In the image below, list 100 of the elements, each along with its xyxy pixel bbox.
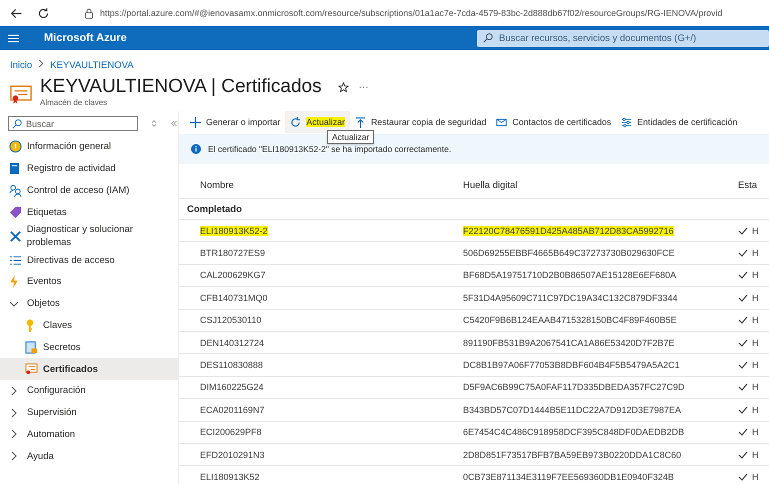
table-cell: H: [752, 226, 758, 236]
column-header[interactable]: Esta: [717, 180, 769, 190]
table-cell: BF68D5A19751710D2B0B86507AE15128E6EF680A: [463, 270, 676, 280]
chevron-icon: [9, 298, 19, 309]
reload-icon[interactable]: [37, 6, 50, 20]
key-icon: [25, 318, 35, 332]
plus-icon: [190, 116, 201, 128]
table-cell: H: [752, 382, 758, 392]
search-icon: [12, 118, 22, 128]
table-cell[interactable]: DEN140312724: [200, 338, 264, 348]
star-icon[interactable]: [338, 82, 349, 92]
collapse-icon[interactable]: [170, 119, 178, 128]
list-icon: [9, 254, 22, 266]
table-cell: F22120C78476591D425A485AB712D83CA5992716: [463, 226, 674, 236]
check-icon: [738, 294, 748, 302]
check-icon: [738, 472, 748, 481]
table-cell[interactable]: ECA0201169N7: [200, 404, 264, 415]
table-cell: D5F9AC6B99C75A0FAF117D335DBEDA357FC27C9D: [463, 382, 684, 392]
people-icon: [9, 184, 22, 197]
table-cell: H: [752, 450, 758, 460]
table-cell[interactable]: CFB140731MQ0: [200, 292, 268, 303]
table-cell: 6E7454C4C486C918958DCF395C848DF0DAEDB2DB: [463, 427, 684, 438]
nav-item[interactable]: Eventos: [0, 270, 178, 293]
refresh-icon: [290, 116, 302, 128]
nav-item[interactable]: Ayuda: [0, 445, 178, 468]
table-cell[interactable]: ELI180913K52-2: [200, 226, 268, 236]
nav-item[interactable]: Etiquetas: [0, 201, 178, 224]
table-cell[interactable]: ECI200629PF8: [200, 427, 262, 438]
table-cell[interactable]: CAL200629KG7: [200, 270, 266, 280]
breadcrumb-link[interactable]: KEYVAULTIENOVA: [50, 60, 134, 70]
nav-item[interactable]: Certificados: [0, 358, 178, 380]
brand-name[interactable]: Microsoft Azure: [44, 32, 127, 44]
nav-item[interactable]: Secretos: [0, 336, 178, 358]
table-cell[interactable]: EFD2010291N3: [200, 450, 265, 460]
back-icon[interactable]: [10, 6, 23, 20]
column-header[interactable]: Huella digital: [442, 180, 717, 190]
search-field[interactable]: Buscar recursos, servicios y documentos (G+/): [477, 30, 769, 46]
nav-item[interactable]: Control de acceso (IAM): [0, 180, 178, 202]
table-cell: 2D8D851F73517BFB7BA59EB973B0220DDA1C8C60: [463, 450, 682, 460]
address-bar[interactable]: https://portal.azure.com/#@ienovasamx.onmicrosoft.com/resource/subscriptions/01a1ac7e-7cda-4579-83bc-2d888db67f02/resourceGroups/RG-IENOVA/provid: [100, 8, 722, 18]
table-cell: 506D69255EBBF4665B649C37273730B029630FCE: [463, 248, 675, 258]
lightbulb-icon: [9, 140, 22, 154]
tooltip: Actualizar: [327, 130, 374, 144]
check-icon: [738, 383, 748, 392]
table-cell: H: [752, 270, 758, 280]
lock-icon: [84, 8, 94, 18]
column-header[interactable]: Nombre: [179, 180, 442, 190]
check-icon: [738, 406, 748, 414]
check-icon: [738, 428, 748, 436]
nav-item[interactable]: Información general: [0, 136, 178, 158]
envelope-icon: [496, 116, 508, 128]
table-cell: 5F31D4A95609C711C97DC19A34C132C879DF3344: [463, 292, 678, 303]
menu-icon[interactable]: [8, 34, 19, 42]
table-cell: 0CB73E871134E3119F7EE569360DB1E0940F324B: [463, 472, 674, 482]
table-cell[interactable]: DIM160225G24: [200, 382, 264, 392]
table-cell[interactable]: ELI180913K52: [200, 472, 260, 482]
check-icon: [738, 271, 748, 280]
upload-icon: [354, 116, 366, 128]
more-button[interactable]: ···: [358, 82, 369, 92]
table-cell[interactable]: DES110830888: [200, 360, 263, 370]
document-lock-icon: [25, 340, 38, 354]
chevron-icon: [9, 408, 19, 418]
nav-item[interactable]: Automation: [0, 424, 178, 446]
check-icon: [738, 338, 748, 347]
nav-item[interactable]: Supervisión: [0, 402, 178, 424]
nav-item[interactable]: Directivas de acceso: [0, 249, 178, 271]
table-cell: H: [752, 472, 758, 482]
table-cell[interactable]: CSJ120530110: [200, 315, 262, 326]
toolbar-button[interactable]: Actualizar: [285, 111, 350, 133]
toolbar-button[interactable]: Restaurar copia de seguridad: [350, 111, 492, 133]
table-cell[interactable]: BTR180727ES9: [200, 248, 266, 258]
page-subtitle: Almacén de claves: [40, 98, 108, 107]
book-icon: [9, 162, 20, 176]
group-header: Completado: [187, 204, 242, 214]
chevron-icon: [9, 451, 19, 462]
nav-item[interactable]: Registro de actividad: [0, 158, 178, 180]
table-cell: H: [752, 427, 758, 438]
page-title: KEYVAULTIENOVA | Certificados: [40, 76, 322, 98]
notice-text: El certificado "ELI180913K52-2" se ha importado correctamente.: [208, 144, 452, 154]
toolbar-button[interactable]: Contactos de certificados: [491, 111, 616, 133]
certificate-icon: [25, 363, 38, 376]
table-cell: B343BD57C07D1444B5E11DC22A7D912D3E7987EA: [463, 404, 681, 415]
table-cell: 891190FB531B9A2067541CA1A86E53420D7F2B7E: [463, 338, 674, 348]
sliders-icon: [621, 116, 632, 128]
breadcrumb-link[interactable]: Inicio: [10, 60, 32, 70]
table-cell: H: [752, 292, 758, 303]
certificate-icon: [10, 84, 32, 105]
toolbar-button[interactable]: Generar o importar: [185, 111, 286, 133]
table-cell: C5420F9B6B124EAAB4715328150BC4F89F460B5E: [463, 315, 677, 326]
table-cell: H: [752, 404, 758, 415]
check-icon: [738, 316, 748, 324]
nav-item[interactable]: Claves: [0, 314, 178, 336]
search-field[interactable]: Buscar: [8, 116, 138, 131]
nav-item[interactable]: Configuración: [0, 380, 178, 402]
nav-item[interactable]: Diagnosticar y solucionar problemas: [0, 223, 178, 250]
info-icon: [191, 144, 201, 154]
search-icon: [483, 33, 493, 43]
toolbar-button[interactable]: Entidades de certificación: [616, 111, 742, 133]
sort-icon[interactable]: [150, 119, 158, 128]
nav-item[interactable]: Objetos: [0, 292, 178, 315]
